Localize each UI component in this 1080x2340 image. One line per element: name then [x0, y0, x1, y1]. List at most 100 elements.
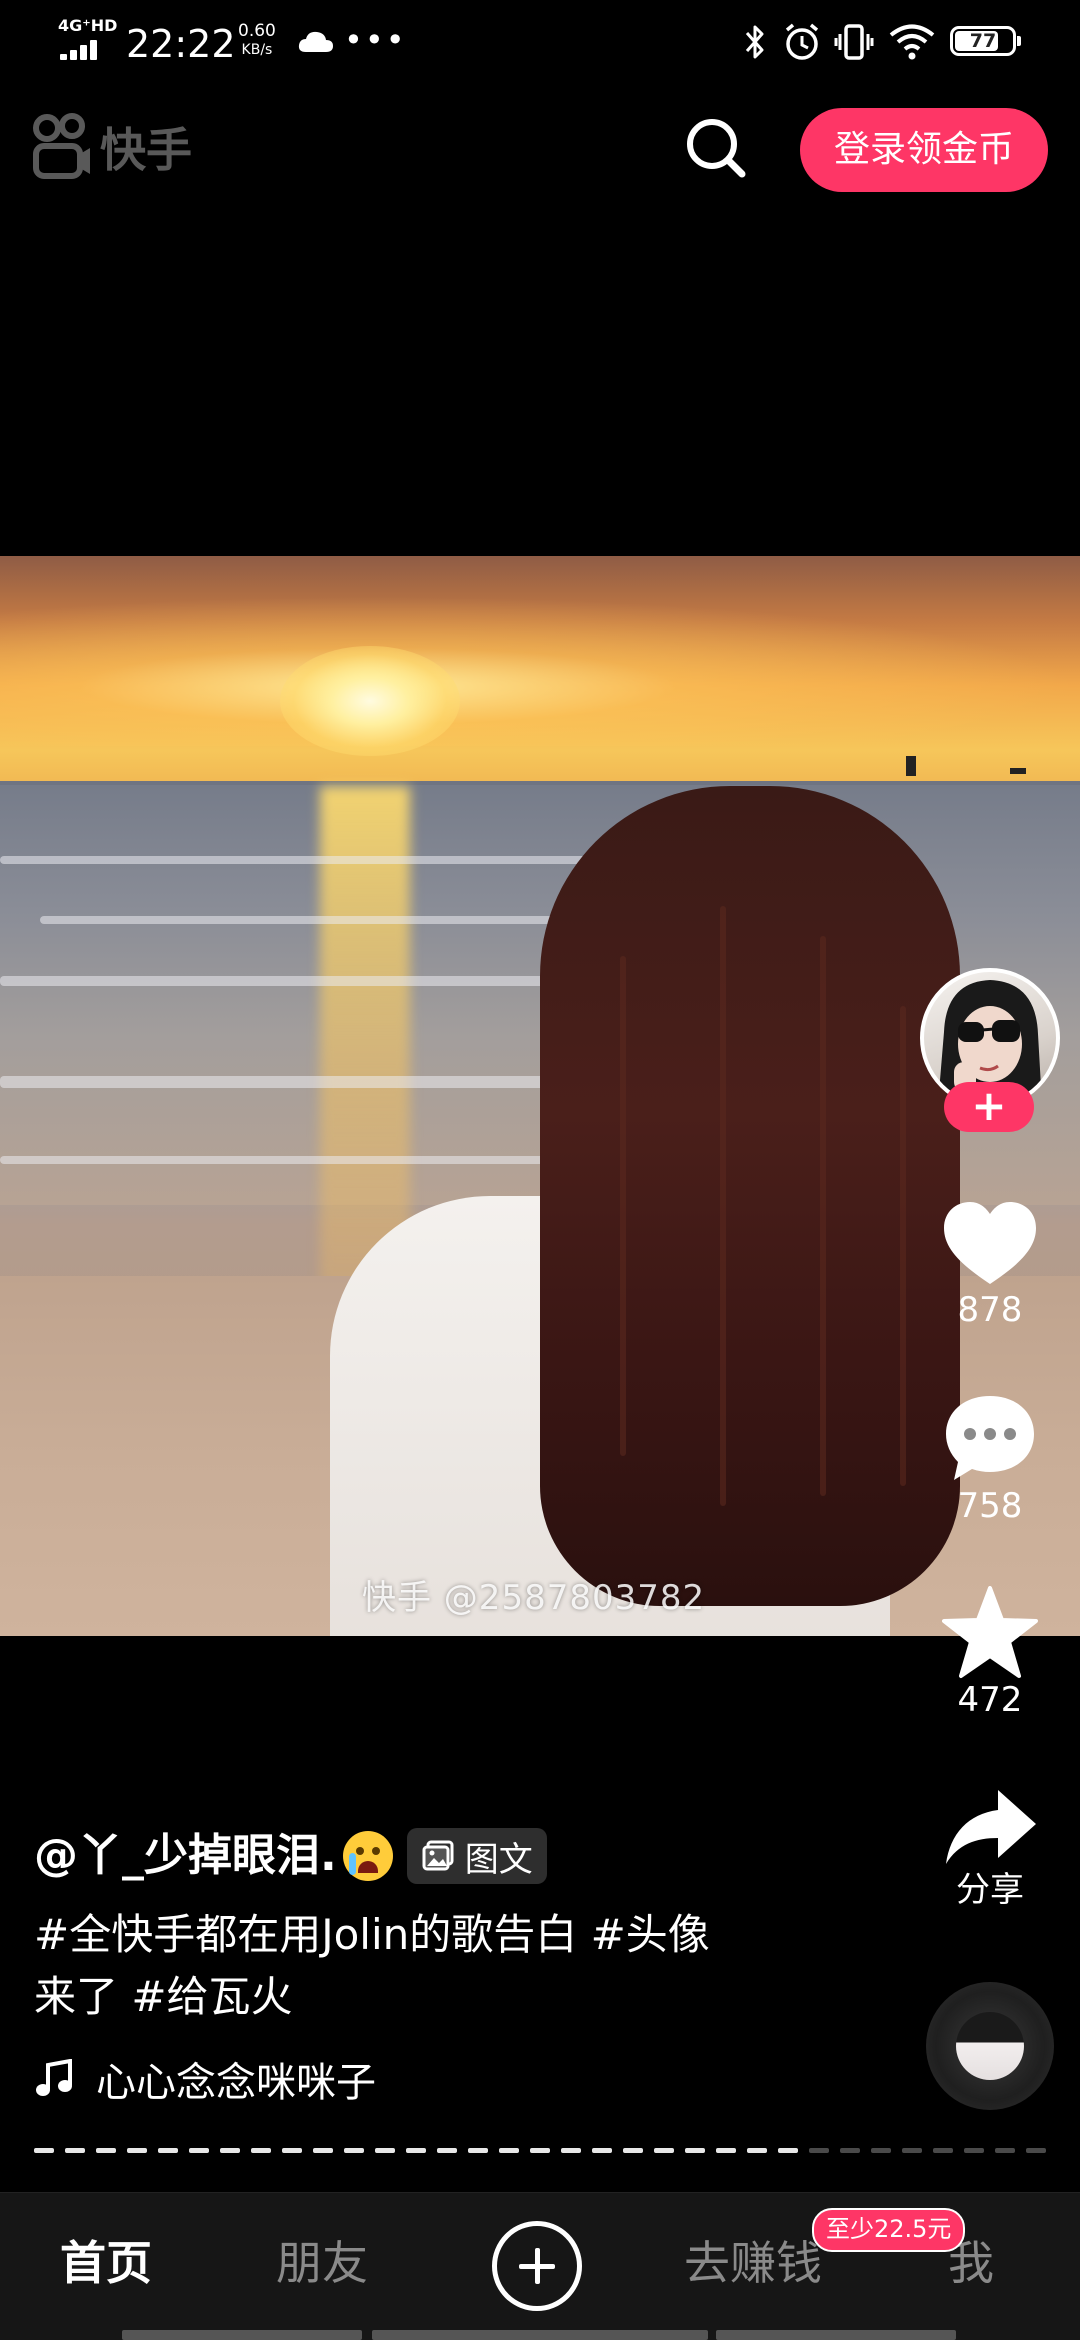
progress-dash	[468, 2148, 488, 2153]
create-plus-icon[interactable]	[492, 2221, 582, 2311]
kuaishou-logo-icon	[33, 113, 90, 179]
emoji-mouth	[357, 1861, 378, 1873]
progress-dash	[685, 2148, 705, 2153]
music-note-icon	[36, 2059, 72, 2096]
progress-dash	[344, 2148, 364, 2153]
alarm-icon	[785, 23, 819, 60]
boat	[1010, 768, 1026, 774]
progress-dash	[34, 2148, 54, 2153]
crying-emoji-icon	[342, 1831, 393, 1881]
vibrate-icon	[834, 24, 874, 60]
video-progress-bar[interactable]	[34, 2148, 1046, 2154]
progress-dash	[809, 2148, 829, 2153]
like-count: 878	[957, 1290, 1023, 1330]
kuaishou-logo: 快手	[30, 112, 192, 182]
search-icon[interactable]	[680, 112, 752, 184]
progress-dash	[158, 2148, 178, 2153]
video-watermark: 快手 @2587803782	[362, 1578, 706, 1618]
top-header: 快手 登录领金币	[0, 100, 1080, 200]
favorite-count: 472	[957, 1680, 1023, 1720]
like-button[interactable]: 878	[900, 1200, 1080, 1330]
progress-dash	[964, 2148, 984, 2153]
nav-friends[interactable]: 朋友	[276, 2233, 368, 2293]
hair-strand	[620, 956, 626, 1456]
progress-dash	[778, 2148, 798, 2153]
speed-unit: KB/s	[241, 42, 273, 58]
cloud-icon	[298, 31, 333, 52]
gesture-bar-segment	[122, 2330, 362, 2340]
wifi-icon	[889, 24, 935, 60]
progress-dash	[840, 2148, 860, 2153]
share-button[interactable]: 分享	[900, 1786, 1080, 1910]
author-row: @丫_少掉眼泪. 图文	[34, 1826, 547, 1886]
wave	[0, 1156, 560, 1164]
clock: 22:22	[126, 22, 236, 66]
gesture-bar-segment	[716, 2330, 956, 2340]
favorite-button[interactable]: 472	[900, 1586, 1080, 1720]
progress-dash	[592, 2148, 612, 2153]
star-icon	[942, 1586, 1038, 1678]
long-hair	[540, 786, 960, 1606]
bluetooth-icon	[745, 25, 764, 59]
login-earn-coins-button[interactable]: 登录领金币	[800, 108, 1048, 192]
share-label: 分享	[956, 1870, 1024, 1910]
comment-count: 758	[957, 1486, 1023, 1526]
share-arrow-icon	[946, 1790, 1036, 1864]
progress-dash	[716, 2148, 736, 2153]
caption-line-2: 来了 #给瓦火	[34, 1972, 293, 2021]
caption-line-1: #全快手都在用Jolin的歌告白 #头像	[34, 1910, 710, 1959]
status-bar: 4G⁺HD 22:22 0.60 KB/s ••• 77	[0, 0, 1080, 90]
more-notifications-icon: •••	[344, 21, 407, 59]
hair-strand	[820, 936, 826, 1496]
network-type: 4G⁺HD	[58, 16, 118, 35]
music-disc[interactable]	[926, 1982, 1054, 2110]
speed-value: 0.60	[238, 21, 276, 41]
progress-dash	[902, 2148, 922, 2153]
gallery-icon	[422, 1840, 454, 1871]
progress-dash	[530, 2148, 550, 2153]
author-name[interactable]: @丫_少掉眼泪.	[34, 1826, 337, 1886]
progress-dash	[313, 2148, 333, 2153]
progress-dash	[251, 2148, 271, 2153]
progress-dash	[1026, 2148, 1046, 2153]
progress-dash	[65, 2148, 85, 2153]
progress-dash	[933, 2148, 953, 2153]
boat	[906, 756, 916, 776]
follow-button[interactable]: +	[944, 1082, 1034, 1132]
nav-earn-money[interactable]: 去赚钱	[684, 2233, 822, 2293]
battery-level: 77	[969, 30, 997, 52]
heart-icon	[944, 1202, 1036, 1284]
progress-dash	[747, 2148, 767, 2153]
progress-dash	[282, 2148, 302, 2153]
music-disc-cover	[956, 2012, 1024, 2080]
logo-text: 快手	[100, 123, 192, 177]
kuaishou-screen: 4G⁺HD 22:22 0.60 KB/s ••• 77 快手 登录领金币 快手…	[0, 0, 1080, 2340]
horizon	[0, 781, 1080, 785]
comment-button[interactable]: 758	[900, 1392, 1080, 1526]
nav-home[interactable]: 首页	[60, 2233, 152, 2293]
signal-icon	[60, 38, 108, 60]
sun	[280, 646, 460, 756]
hair-strand	[720, 906, 726, 1506]
emoji-tear	[348, 1853, 356, 1875]
comment-icon	[946, 1396, 1034, 1480]
progress-dash	[871, 2148, 891, 2153]
sky-glow	[0, 596, 1080, 746]
progress-dash	[437, 2148, 457, 2153]
progress-dash	[375, 2148, 395, 2153]
music-row[interactable]: 心心念念咪咪子	[34, 2050, 376, 2108]
progress-dash	[654, 2148, 674, 2153]
battery-icon: 77	[950, 26, 1021, 56]
progress-dash	[220, 2148, 240, 2153]
progress-dash	[995, 2148, 1015, 2153]
progress-dash	[189, 2148, 209, 2153]
post-caption[interactable]: #全快手都在用Jolin的歌告白 #头像 来了 #给瓦火	[34, 1904, 794, 2028]
earn-reward-badge: 至少22.5元	[812, 2208, 966, 2252]
image-text-badge: 图文	[406, 1828, 547, 1884]
progress-dash	[623, 2148, 643, 2153]
progress-dash	[561, 2148, 581, 2153]
badge-label: 图文	[464, 1839, 533, 1880]
progress-dash	[96, 2148, 116, 2153]
progress-dash	[499, 2148, 519, 2153]
music-title: 心心念念咪咪子	[96, 2060, 376, 2106]
